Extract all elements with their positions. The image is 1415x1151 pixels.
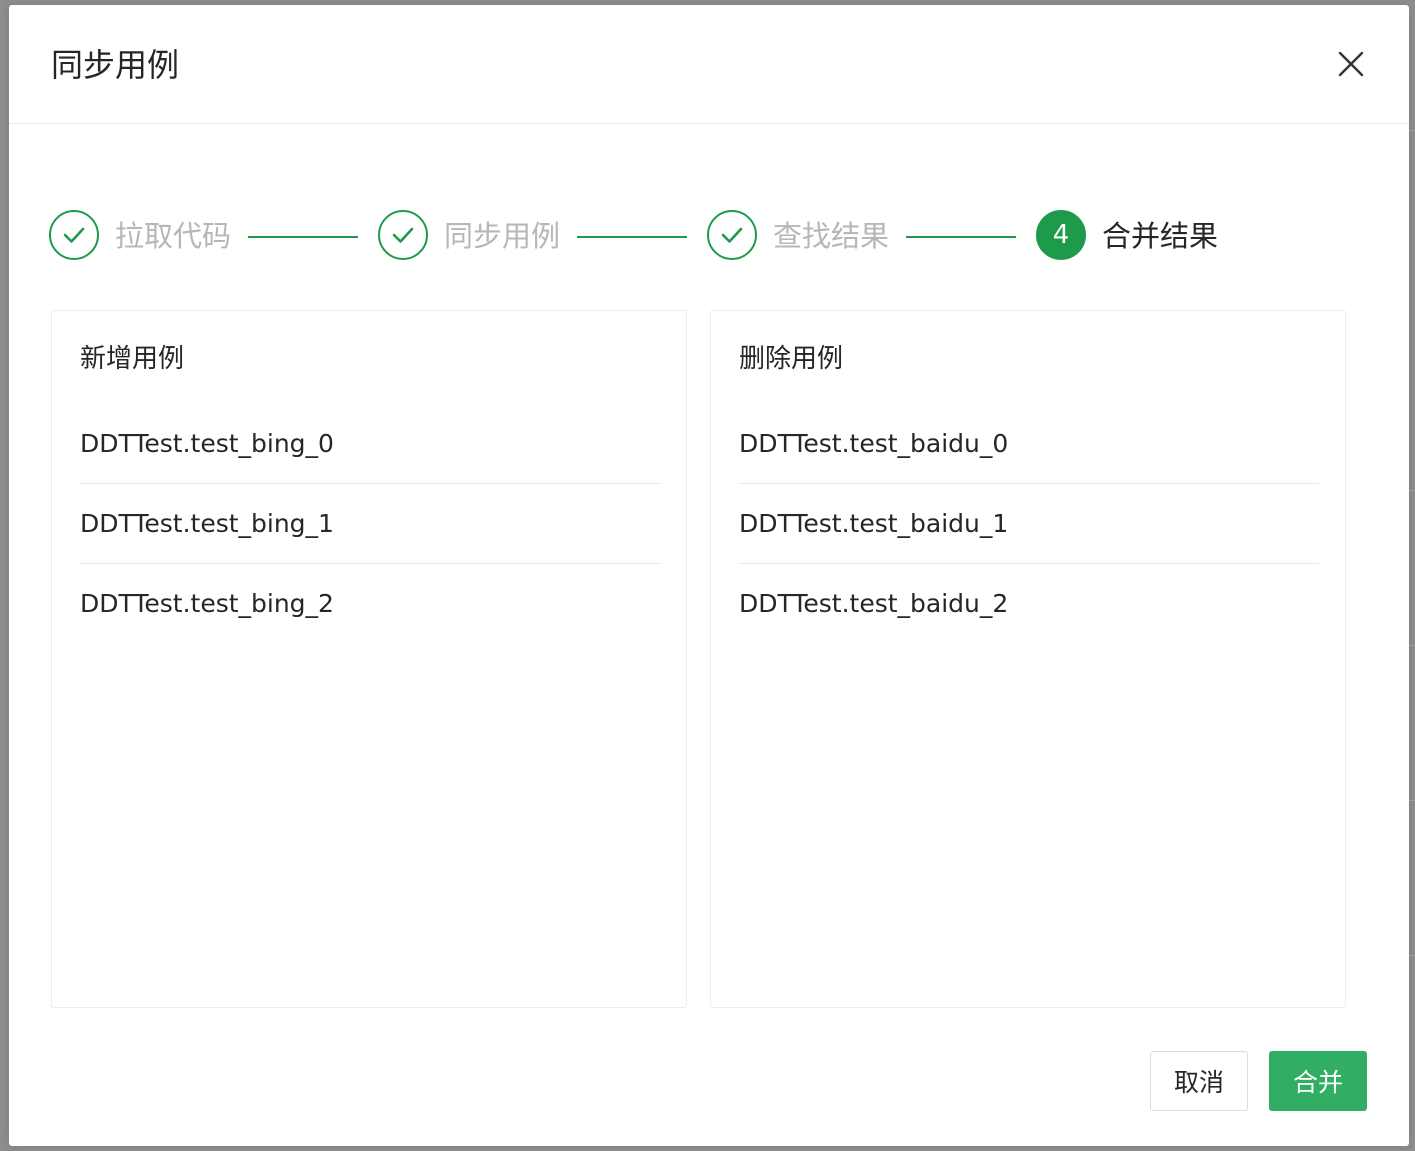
list-item: DDTTest.test_baidu_1 [739, 484, 1319, 564]
list-item: DDTTest.test_baidu_0 [739, 404, 1319, 484]
step-3-check-icon [707, 210, 757, 260]
list-item: DDTTest.test_bing_2 [80, 589, 334, 618]
merge-button[interactable]: 合并 [1269, 1051, 1367, 1111]
removed-cases-title: 删除用例 [739, 344, 844, 374]
list-item: DDTTest.test_bing_0 [80, 404, 660, 484]
step-connector [906, 236, 1016, 238]
added-cases-title: 新增用例 [80, 344, 185, 374]
step-4-number: 4 [1036, 210, 1086, 260]
step-1-check-icon [49, 210, 99, 260]
removed-cases-panel: 删除用例 DDTTest.test_baidu_0 DDTTest.test_b… [710, 310, 1346, 1008]
close-icon[interactable] [1336, 49, 1366, 79]
list-item: DDTTest.test_baidu_2 [739, 589, 1009, 618]
sync-cases-dialog: 同步用例 拉取代码 同步用例 查找结果 4 合并结果 新增用例 DDTTest.… [9, 5, 1409, 1146]
step-connector [577, 236, 687, 238]
step-4-label: 合并结果 [1102, 219, 1219, 253]
step-3-label: 查找结果 [773, 219, 890, 253]
step-1-label: 拉取代码 [115, 219, 232, 253]
step-2-check-icon [378, 210, 428, 260]
removed-cases-list: DDTTest.test_baidu_0 DDTTest.test_baidu_… [739, 404, 1319, 644]
added-cases-panel: 新增用例 DDTTest.test_bing_0 DDTTest.test_bi… [51, 310, 687, 1008]
cancel-button[interactable]: 取消 [1150, 1051, 1248, 1111]
dialog-title: 同步用例 [51, 46, 180, 84]
list-item: DDTTest.test_bing_1 [80, 484, 660, 564]
added-cases-list: DDTTest.test_bing_0 DDTTest.test_bing_1 … [80, 404, 660, 644]
dialog-header: 同步用例 [9, 5, 1409, 124]
step-connector [248, 236, 358, 238]
step-2-label: 同步用例 [444, 219, 561, 253]
